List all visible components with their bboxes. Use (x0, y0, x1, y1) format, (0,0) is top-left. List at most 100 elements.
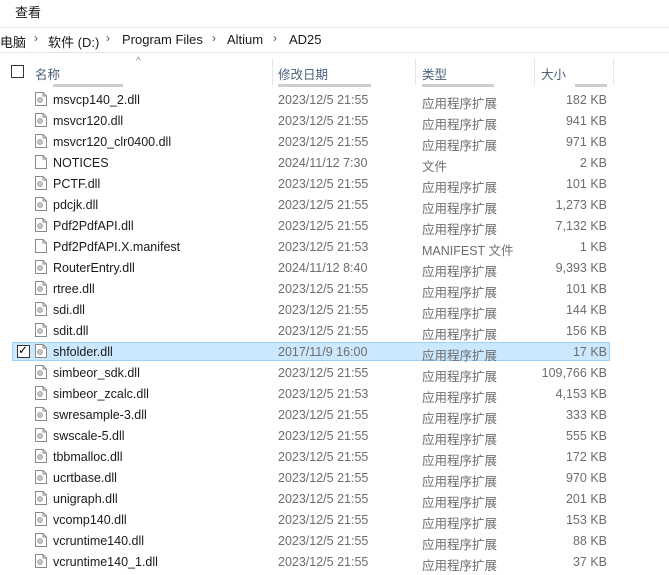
file-date: 2023/12/5 21:55 (278, 198, 369, 212)
file-name[interactable]: unigraph.dll (53, 492, 118, 506)
file-date: 2024/11/12 8:40 (278, 261, 368, 275)
column-divider[interactable] (272, 58, 273, 85)
file-name[interactable]: simbeor_sdk.dll (53, 366, 140, 380)
file-row[interactable]: PCTF.dll 2023/12/5 21:55 应用程序扩展 101 KB (0, 173, 669, 195)
file-name[interactable]: sdit.dll (53, 324, 88, 338)
chevron-right-icon[interactable]: › (34, 31, 38, 45)
dll-file-icon (35, 302, 47, 316)
column-type[interactable]: 类型 (422, 64, 447, 83)
file-name[interactable]: rtree.dll (53, 282, 95, 296)
file-row[interactable]: msvcr120.dll 2023/12/5 21:55 应用程序扩展 941 KB (0, 110, 669, 132)
file-size: 7,132 KB (555, 219, 607, 233)
file-row[interactable]: sdit.dll 2023/12/5 21:55 应用程序扩展 156 KB (0, 320, 669, 342)
chevron-right-icon[interactable]: › (106, 31, 110, 45)
file-name[interactable]: pdcjk.dll (53, 198, 98, 212)
file-size: 182 KB (565, 93, 607, 107)
file-row[interactable]: ✓ shfolder.dll 2017/11/9 16:00 应用程序扩展 17 KB (0, 341, 669, 363)
file-date: 2023/12/5 21:55 (278, 135, 369, 149)
dll-file-icon (35, 533, 47, 547)
file-date: 2023/12/5 21:55 (278, 177, 369, 191)
file-row[interactable]: swresample-3.dll 2023/12/5 21:55 应用程序扩展 333… (0, 404, 669, 426)
column-size[interactable]: 大小 (541, 64, 566, 83)
column-divider[interactable] (534, 58, 535, 85)
file-row[interactable]: simbeor_zcalc.dll 2023/12/5 21:53 应用程序扩展 4,… (0, 383, 669, 405)
file-row[interactable]: msvcr120_clr0400.dll 2023/12/5 21:55 应用程序扩… (0, 131, 669, 153)
file-row[interactable]: unigraph.dll 2023/12/5 21:55 应用程序扩展 201 KB (0, 488, 669, 510)
column-header: ^ 名称 修改日期 类型 大小 (0, 56, 669, 85)
file-name[interactable]: sdi.dll (53, 303, 85, 317)
file-name[interactable]: tbbmalloc.dll (53, 450, 122, 464)
file-name[interactable]: vcomp140.dll (53, 513, 127, 527)
file-date: 2023/12/5 21:55 (278, 408, 369, 422)
column-divider[interactable] (613, 58, 614, 85)
file-date: 2023/12/5 21:53 (278, 240, 369, 254)
sort-ascending-icon: ^ (136, 56, 141, 67)
file-row[interactable]: simbeor_sdk.dll 2023/12/5 21:55 应用程序扩展 109,… (0, 362, 669, 384)
dll-file-icon (35, 512, 47, 526)
file-name[interactable]: msvcr120_clr0400.dll (53, 135, 171, 149)
breadcrumb-ad25[interactable]: AD25 (289, 32, 322, 47)
select-all-checkbox[interactable] (11, 65, 24, 78)
file-name[interactable]: msvcr120.dll (53, 114, 123, 128)
file-size: 555 KB (565, 429, 607, 443)
breadcrumb-drive-d[interactable]: 软件 (D:) (48, 32, 99, 51)
breadcrumb-program-files[interactable]: Program Files (122, 32, 203, 47)
address-bar[interactable]: 电脑 › 软件 (D:) › Program Files › Altium › … (0, 27, 669, 53)
file-name[interactable]: Pdf2PdfAPI.X.manifest (53, 240, 180, 254)
file-date: 2023/12/5 21:55 (278, 324, 369, 338)
file-row[interactable]: tbbmalloc.dll 2023/12/5 21:55 应用程序扩展 172 KB (0, 446, 669, 468)
dll-file-icon (35, 197, 47, 211)
file-row[interactable]: rtree.dll 2023/12/5 21:55 应用程序扩展 101 KB (0, 278, 669, 300)
file-size: 17 KB (572, 345, 607, 359)
file-name[interactable]: simbeor_zcalc.dll (53, 387, 149, 401)
chevron-right-icon[interactable]: › (212, 31, 216, 45)
file-row[interactable]: ucrtbase.dll 2023/12/5 21:55 应用程序扩展 970 KB (0, 467, 669, 489)
file-name[interactable]: RouterEntry.dll (53, 261, 135, 275)
file-name[interactable]: Pdf2PdfAPI.dll (53, 219, 134, 233)
file-row[interactable]: vcruntime140_1.dll 2023/12/5 21:55 应用程序扩展 3… (0, 551, 669, 573)
file-row[interactable]: sdi.dll 2023/12/5 21:55 应用程序扩展 144 KB (0, 299, 669, 321)
dll-file-icon (35, 323, 47, 337)
dll-file-icon (35, 470, 47, 484)
file-name[interactable]: vcruntime140_1.dll (53, 555, 158, 569)
dll-file-icon (35, 365, 47, 379)
file-name[interactable]: swscale-5.dll (53, 429, 125, 443)
file-row[interactable]: pdcjk.dll 2023/12/5 21:55 应用程序扩展 1,273 KB (0, 194, 669, 216)
dll-file-icon (35, 134, 47, 148)
dll-file-icon (35, 113, 47, 127)
chevron-right-icon[interactable]: › (273, 31, 277, 45)
file-size: 144 KB (565, 303, 607, 317)
file-size: 37 KB (572, 555, 607, 569)
file-date: 2023/12/5 21:53 (278, 387, 369, 401)
breadcrumb-this-pc[interactable]: 电脑 (0, 32, 26, 51)
file-row[interactable]: RouterEntry.dll 2024/11/12 8:40 应用程序扩展 9,39… (0, 257, 669, 279)
file-date: 2023/12/5 21:55 (278, 282, 369, 296)
column-divider[interactable] (415, 58, 416, 85)
file-row[interactable]: Pdf2PdfAPI.dll 2023/12/5 21:55 应用程序扩展 7,132… (0, 215, 669, 237)
file-name[interactable]: swresample-3.dll (53, 408, 147, 422)
file-name[interactable]: NOTICES (53, 156, 109, 170)
file-row[interactable]: vcomp140.dll 2023/12/5 21:55 应用程序扩展 153 KB (0, 509, 669, 531)
menu-view[interactable]: 查看 (15, 2, 41, 21)
file-size: 153 KB (565, 513, 607, 527)
file-row[interactable]: swscale-5.dll 2023/12/5 21:55 应用程序扩展 555 KB (0, 425, 669, 447)
file-name[interactable]: msvcp140_2.dll (53, 93, 140, 107)
file-size: 4,153 KB (555, 387, 607, 401)
dll-file-icon (35, 428, 47, 442)
file-date: 2017/11/9 16:00 (278, 345, 368, 359)
file-name[interactable]: ucrtbase.dll (53, 471, 117, 485)
file-row[interactable]: Pdf2PdfAPI.X.manifest 2023/12/5 21:53 MANI… (0, 236, 669, 258)
file-name[interactable]: vcruntime140.dll (53, 534, 144, 548)
file-name[interactable]: PCTF.dll (53, 177, 100, 191)
file-type: 应用程序扩展 (422, 559, 498, 573)
column-date[interactable]: 修改日期 (278, 64, 328, 83)
file-row[interactable]: NOTICES 2024/11/12 7:30 文件 2 KB (0, 152, 669, 174)
file-date: 2023/12/5 21:55 (278, 93, 369, 107)
file-name[interactable]: shfolder.dll (53, 345, 113, 359)
column-name[interactable]: 名称 (35, 64, 60, 83)
file-row[interactable]: msvcp140_2.dll 2023/12/5 21:55 应用程序扩展 182 K… (0, 89, 669, 111)
file-row[interactable]: vcruntime140.dll 2023/12/5 21:55 应用程序扩展 88 … (0, 530, 669, 552)
row-checkbox[interactable]: ✓ (17, 343, 30, 358)
breadcrumb-altium[interactable]: Altium (227, 32, 263, 47)
menu-bar: 查看 (0, 0, 669, 20)
